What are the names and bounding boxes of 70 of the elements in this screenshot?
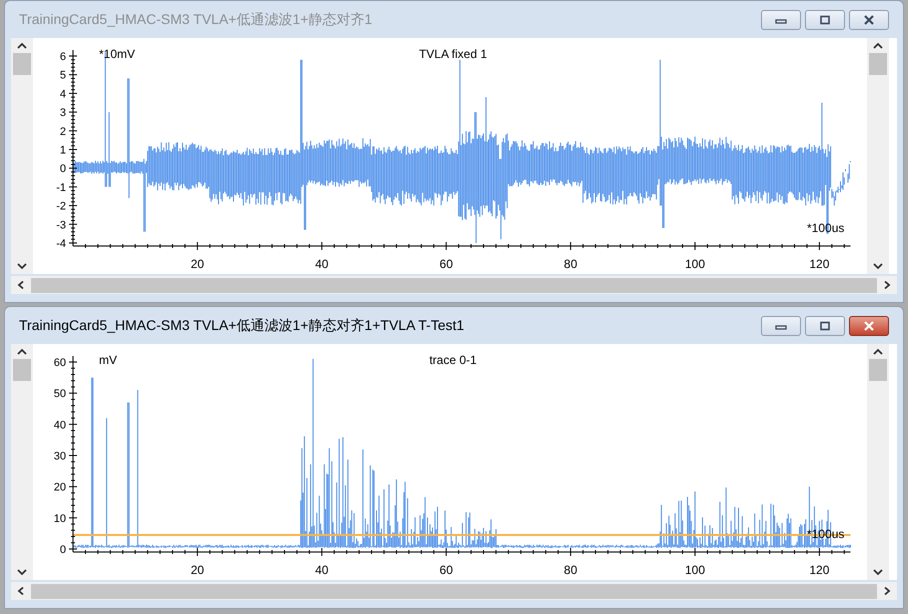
- y-tick-label: 6: [60, 51, 66, 63]
- scroll-thumb[interactable]: [869, 359, 887, 381]
- scroll-down-icon[interactable]: [873, 263, 883, 270]
- scroll-up-icon[interactable]: [17, 348, 27, 355]
- scroll-up-icon[interactable]: [873, 348, 883, 355]
- y-tick-label: 50: [54, 388, 66, 400]
- minimize-button[interactable]: [761, 316, 801, 336]
- x-tick-label: 60: [440, 563, 453, 577]
- y-tick-label: -4: [56, 238, 66, 250]
- close-icon: [862, 320, 876, 330]
- x-tick-label: 20: [190, 563, 204, 577]
- maximize-icon: [818, 320, 832, 330]
- x-tick-label: 60: [440, 257, 453, 271]
- window-title: TrainingCard5_HMAC-SM3 TVLA+低通滤波1+静态对齐1+TVLA T-Test1: [18, 316, 464, 335]
- scroll-right-icon[interactable]: [883, 280, 891, 290]
- x-tick-label: 80: [564, 257, 578, 271]
- scroll-right-icon[interactable]: [883, 586, 891, 596]
- scroll-thumb[interactable]: [31, 278, 877, 292]
- y-tick-label: 0: [60, 544, 66, 556]
- x-tick-label: 40: [315, 563, 328, 577]
- y-tick-label: -1: [56, 182, 66, 194]
- y-tick-label: 60: [54, 357, 66, 369]
- scroll-down-icon[interactable]: [17, 569, 27, 576]
- vertical-scrollbar[interactable]: [867, 344, 889, 580]
- y-tick-label: 0: [60, 163, 66, 176]
- y-tick-label: 1: [60, 144, 66, 156]
- horizontal-scrollbar[interactable]: [11, 276, 897, 294]
- chart-title: trace 0-1: [429, 353, 477, 367]
- y-tick-label: 20: [54, 482, 66, 494]
- x-tick-label: 20: [190, 257, 204, 271]
- maximize-icon: [818, 14, 832, 24]
- window-title: TrainingCard5_HMAC-SM3 TVLA+低通滤波1+静态对齐1: [18, 10, 372, 29]
- close-icon: [862, 14, 876, 24]
- scroll-left-icon[interactable]: [17, 280, 25, 290]
- y-tick-label: -3: [56, 219, 66, 232]
- scroll-up-icon[interactable]: [17, 42, 27, 49]
- scroll-up-icon[interactable]: [873, 42, 883, 49]
- y-tick-label: 2: [60, 126, 66, 138]
- y-unit-label: *10mV: [99, 47, 136, 61]
- y-tick-label: 5: [60, 70, 66, 82]
- scroll-down-icon[interactable]: [873, 569, 883, 576]
- x-tick-label: 120: [809, 563, 830, 577]
- y-tick-label: 30: [54, 450, 66, 462]
- minimize-button[interactable]: [761, 10, 801, 30]
- x-tick-label: 80: [564, 563, 578, 577]
- maximize-button[interactable]: [805, 10, 845, 30]
- vertical-scrollbar[interactable]: [11, 38, 33, 274]
- y-unit-label: mV: [99, 353, 117, 367]
- close-button[interactable]: [849, 10, 889, 30]
- vertical-scrollbar[interactable]: [11, 344, 33, 580]
- x-tick-label: 120: [809, 257, 830, 271]
- chart-title: TVLA fixed 1: [418, 47, 488, 61]
- scroll-thumb[interactable]: [869, 53, 887, 75]
- scroll-thumb[interactable]: [13, 359, 31, 381]
- close-button[interactable]: [849, 316, 889, 336]
- horizontal-scrollbar[interactable]: [11, 582, 897, 600]
- scroll-thumb[interactable]: [31, 584, 877, 598]
- y-tick-label: 3: [60, 107, 66, 120]
- scroll-down-icon[interactable]: [17, 263, 27, 270]
- x-tick-label: 100: [684, 257, 706, 271]
- x-tick-label: 40: [315, 257, 328, 271]
- y-tick-label: -2: [56, 200, 66, 213]
- scroll-thumb[interactable]: [13, 53, 31, 75]
- y-tick-label: 4: [60, 88, 66, 100]
- x-tick-label: 100: [684, 563, 706, 577]
- maximize-button[interactable]: [805, 316, 845, 336]
- y-tick-label: 10: [54, 512, 66, 525]
- vertical-scrollbar[interactable]: [867, 38, 889, 274]
- y-tick-label: 40: [54, 419, 66, 432]
- scroll-left-icon[interactable]: [17, 586, 25, 596]
